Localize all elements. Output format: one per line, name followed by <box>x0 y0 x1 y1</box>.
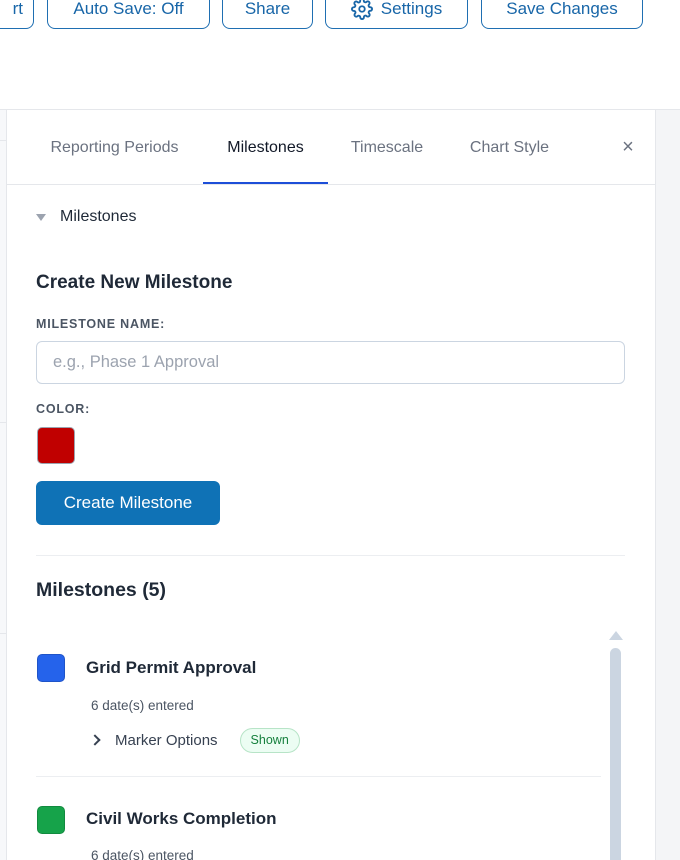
milestone-name: Civil Works Completion <box>86 809 277 828</box>
active-tab-indicator <box>203 182 328 184</box>
gear-icon <box>350 0 373 20</box>
strip-divider <box>0 140 7 141</box>
save-changes-label: Save Changes <box>506 0 618 18</box>
create-milestone-button[interactable]: Create Milestone <box>36 481 220 525</box>
tab-milestones[interactable]: Milestones <box>203 110 328 185</box>
settings-label: Settings <box>380 0 443 18</box>
color-label: COLOR: <box>36 402 91 416</box>
close-icon[interactable]: × <box>619 136 637 158</box>
milestone-color-swatch[interactable] <box>37 806 65 834</box>
milestones-section-toggle[interactable]: Milestones <box>36 206 136 228</box>
shown-status-badge: Shown <box>239 727 300 753</box>
tab-timescale[interactable]: Timescale <box>337 110 437 185</box>
tab-reporting-periods[interactable]: Reporting Periods <box>32 110 197 185</box>
milestone-name-label: MILESTONE NAME: <box>36 317 166 331</box>
auto-save-button[interactable]: Auto Save: Off <box>47 0 210 29</box>
section-title: Milestones <box>60 208 137 225</box>
milestone-date-count: 6 date(s) entered <box>91 698 194 713</box>
milestone-name: Grid Permit Approval <box>86 658 257 677</box>
strip-divider <box>0 422 7 423</box>
caret-down-icon <box>36 213 46 221</box>
create-milestone-heading: Create New Milestone <box>36 272 233 293</box>
tab-label: Chart Style <box>469 138 550 156</box>
milestone-date-count: 6 date(s) entered <box>91 848 194 860</box>
share-button[interactable]: Share <box>222 0 313 29</box>
settings-button[interactable]: Settings <box>325 0 468 29</box>
save-changes-button[interactable]: Save Changes <box>481 0 643 29</box>
tab-chart-style[interactable]: Chart Style <box>457 110 562 185</box>
list-item-divider <box>36 776 601 777</box>
milestone-color-swatch[interactable] <box>37 654 65 682</box>
right-gutter <box>655 110 680 860</box>
tab-label: Reporting Periods <box>50 138 179 156</box>
create-milestone-button-label: Create Milestone <box>63 493 193 512</box>
scrollbar-thumb[interactable] <box>610 648 621 860</box>
strip-divider <box>0 633 7 634</box>
section-divider <box>36 555 625 556</box>
toolbar-button-partial[interactable]: rt <box>0 0 34 29</box>
color-picker-swatch[interactable] <box>37 427 75 464</box>
milestones-list-heading: Milestones (5) <box>36 579 167 601</box>
scroll-up-arrow-icon[interactable] <box>609 631 623 640</box>
left-background-strip <box>0 110 7 860</box>
auto-save-label: Auto Save: Off <box>73 0 184 18</box>
marker-options-label: Marker Options <box>115 731 218 749</box>
chevron-right-icon <box>89 734 101 746</box>
milestone-name-input[interactable] <box>36 341 625 384</box>
panel-tabs: Reporting Periods Milestones Timescale C… <box>7 110 655 185</box>
toolbar-button-partial-label: rt <box>12 0 23 18</box>
tab-label: Timescale <box>350 138 424 156</box>
marker-options-toggle[interactable]: Marker Options Shown <box>89 727 300 753</box>
tab-label: Milestones <box>227 138 304 156</box>
share-label: Share <box>244 0 291 18</box>
top-toolbar: rt Auto Save: Off Share Settings Save Ch… <box>0 0 680 110</box>
milestones-panel: Reporting Periods Milestones Timescale C… <box>7 110 655 860</box>
